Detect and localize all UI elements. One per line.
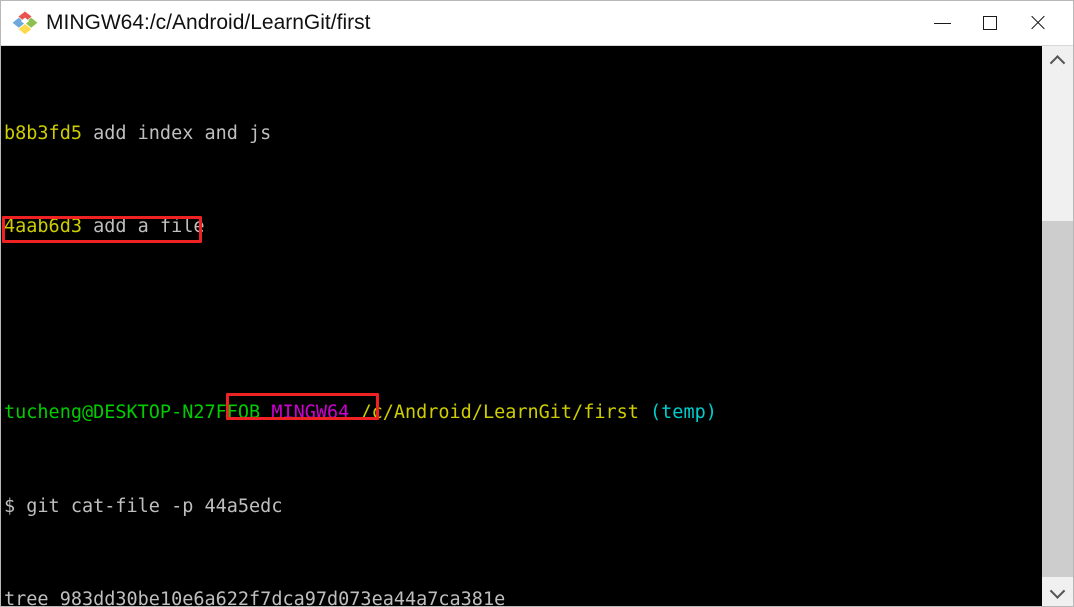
prompt-path: /c/Android/LearnGit/first bbox=[360, 402, 639, 424]
scrollbar-thumb[interactable] bbox=[1042, 221, 1073, 606]
terminal-text: b8b3fd5 add index and js 4aab6d3 add a f… bbox=[4, 52, 1043, 607]
maximize-icon bbox=[983, 16, 997, 30]
close-button[interactable] bbox=[1014, 1, 1062, 45]
vertical-scrollbar[interactable] bbox=[1041, 46, 1073, 606]
scrollbar-track[interactable] bbox=[1042, 76, 1073, 606]
title-bar: MINGW64:/c/Android/LearnGit/first bbox=[1, 1, 1073, 46]
commit-message: add a file bbox=[93, 216, 205, 238]
git-log-line: b8b3fd5 add index and js bbox=[4, 122, 1043, 145]
minimize-icon bbox=[933, 22, 951, 24]
minimize-button[interactable] bbox=[918, 1, 966, 45]
prompt-symbol: $ bbox=[4, 495, 16, 517]
git-bash-diamond-icon bbox=[12, 10, 38, 36]
scroll-down-button[interactable] bbox=[1042, 577, 1073, 606]
commit-hash: 4aab6d3 bbox=[4, 216, 82, 238]
prompt-line: tucheng@DESKTOP-N27FFOB MINGW64 /c/Andro… bbox=[4, 401, 1043, 424]
git-bash-window: MINGW64:/c/Android/LearnGit/first b8b3fd… bbox=[0, 0, 1074, 607]
window-title: MINGW64:/c/Android/LearnGit/first bbox=[46, 11, 371, 34]
prompt-branch: (temp) bbox=[650, 402, 717, 424]
chevron-up-icon bbox=[1049, 54, 1066, 71]
prompt-shell: MINGW64 bbox=[271, 402, 350, 424]
tree-hash: 983dd30be10e6a622f7dca97d073ea44a7ca381e bbox=[59, 588, 506, 607]
terminal-output-area[interactable]: b8b3fd5 add index and js 4aab6d3 add a f… bbox=[1, 46, 1043, 607]
commit-hash: b8b3fd5 bbox=[4, 122, 82, 144]
prompt-user-host: tucheng@DESKTOP-N27FFOB bbox=[4, 402, 261, 424]
close-icon bbox=[1029, 14, 1047, 32]
commit-tree-line: tree 983dd30be10e6a622f7dca97d073ea44a7c… bbox=[4, 588, 1043, 607]
scroll-up-button[interactable] bbox=[1042, 46, 1073, 76]
commit-message: add index and js bbox=[93, 122, 272, 144]
command-text: git cat-file -p 44a5edc bbox=[26, 495, 283, 517]
command-line: $ git cat-file -p 44a5edc bbox=[4, 495, 1043, 518]
chevron-down-icon bbox=[1049, 582, 1066, 599]
maximize-button[interactable] bbox=[966, 1, 1014, 45]
git-log-line: 4aab6d3 add a file bbox=[4, 215, 1043, 238]
tree-label: tree bbox=[4, 588, 49, 607]
